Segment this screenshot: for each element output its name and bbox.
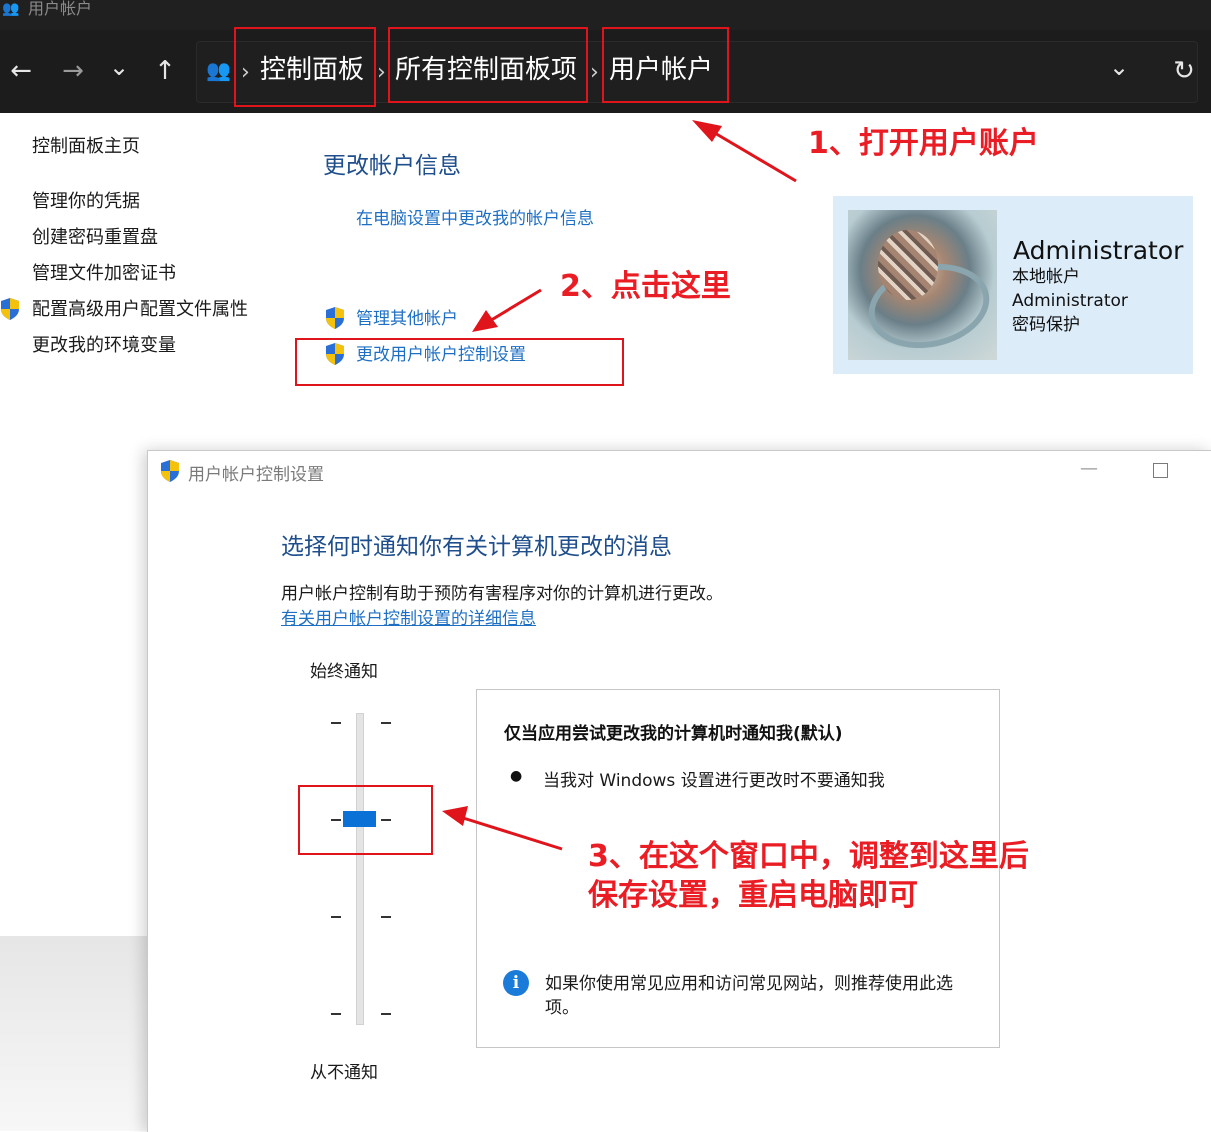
annotation-step1: 1、打开用户账户 <box>808 126 1039 161</box>
arrow-step3-icon <box>459 815 563 851</box>
arrow-step3-head-icon <box>442 806 468 826</box>
arrow-step1-head-icon <box>692 120 722 142</box>
annotation-step3-line2: 保存设置，重启电脑即可 <box>588 878 918 913</box>
arrow-step1-icon <box>707 127 797 183</box>
annotation-step3-line1: 3、在这个窗口中，调整到这里后 <box>588 839 1029 874</box>
arrow-step2-icon <box>487 288 542 324</box>
annotation-step2: 2、点击这里 <box>560 269 731 304</box>
annotation-arrows <box>442 120 797 851</box>
arrow-step2-head-icon <box>472 310 498 332</box>
